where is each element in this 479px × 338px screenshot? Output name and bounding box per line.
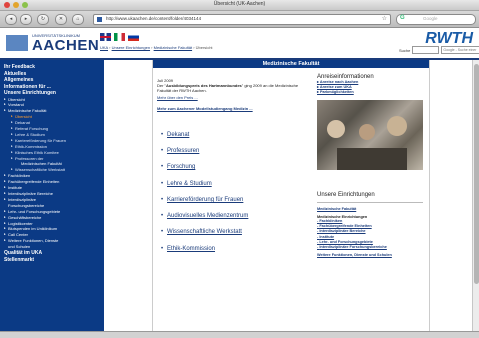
stop-button[interactable]: ✕	[55, 14, 67, 25]
title-bar: Übersicht (UK-Aachen)	[0, 0, 479, 11]
logo-aachen-text: AACHEN	[32, 37, 100, 54]
browser-window: Übersicht (UK-Aachen) ◂ ▸ ↻ ✕ ⌂ http://w…	[0, 0, 479, 338]
vertical-scrollbar[interactable]	[472, 60, 479, 331]
uka-logo[interactable]: UNIVERSITÄTSKLINIKUM AACHEN	[6, 31, 100, 54]
model-study-link[interactable]: Mehr zum Aachener Modellstudiengang Medi…	[157, 106, 312, 111]
faculty-link[interactable]: Wissenschaftliche Werkstatt	[161, 224, 312, 241]
faculty-link-right[interactable]: Medizinische Fakultät	[317, 207, 422, 211]
institutions-list: - Fachkliniken - Fachübergreifende Einhe…	[317, 219, 422, 251]
institution-link[interactable]: - Interdisziplinäre Forschungsbereiche	[317, 245, 422, 250]
site-search-input[interactable]	[412, 46, 440, 54]
reload-button[interactable]: ↻	[37, 14, 49, 25]
breadcrumb-item[interactable]: UKA	[100, 45, 108, 50]
faculty-link[interactable]: Professuren	[161, 143, 312, 160]
forward-button[interactable]: ▸	[20, 14, 32, 25]
site-search: Suche Google - Suche einer	[399, 46, 479, 54]
more-functions-link[interactable]: Weitere Funktionen, Dienste und Schulen	[317, 253, 422, 258]
faculty-links: Dekanat Professuren Forschung Lehre & St…	[157, 127, 312, 258]
italian-flag-icon[interactable]	[114, 33, 125, 41]
travel-link[interactable]: ▸ Parkmöglichkeiten	[317, 90, 422, 95]
faculty-link[interactable]: Lehre & Studium	[161, 176, 312, 193]
sidebar-heading[interactable]: Stellenmarkt	[4, 257, 104, 264]
institutions-heading: Unsere Einrichtungen	[317, 191, 375, 198]
more-about-prize-link[interactable]: Mehr über den Preis ...	[157, 95, 312, 100]
sidebar-nav: Ihr Feedback Aktuelles Allgemeines Infor…	[0, 60, 104, 337]
main-area: Medizinische Fakultät Juli 2009 Der "Aus…	[104, 60, 479, 337]
sidebar-item[interactable]: Weitere Funktionen, Dienste	[4, 238, 104, 244]
breadcrumb-item[interactable]: Medizinische Fakultät	[154, 45, 192, 50]
browser-search-placeholder: Google	[423, 16, 438, 21]
site-search-select[interactable]: Google - Suche einer	[441, 46, 479, 54]
divider	[317, 201, 423, 203]
address-bar[interactable]: http://www.ukaachen.de/content/folder/40…	[93, 14, 391, 25]
breadcrumb: UKA › Unsere Einrichtungen › Medizinisch…	[100, 45, 213, 50]
back-button[interactable]: ◂	[5, 14, 17, 25]
sidebar-item[interactable]: Interdisziplinäre	[4, 197, 104, 203]
language-flags	[100, 33, 139, 41]
browser-toolbar: ◂ ▸ ↻ ✕ ⌂ http://www.ukaachen.de/content…	[0, 11, 479, 28]
breadcrumb-item[interactable]: Unsere Einrichtungen	[112, 45, 150, 50]
content-left-column: Juli 2009 Der "Ausbildungspreis des Hart…	[157, 78, 312, 257]
sidebar-subitem[interactable]: Professoren der	[4, 156, 104, 162]
favicon-icon	[97, 17, 102, 22]
content-right-column: Anreiseinformationen ▸ Anreise nach Aach…	[317, 74, 423, 258]
students-photo	[317, 99, 423, 170]
faculty-link[interactable]: Dekanat	[161, 127, 312, 144]
uka-emblem-icon	[6, 35, 28, 51]
home-button[interactable]: ⌂	[72, 14, 84, 25]
faculty-link[interactable]: Ethik-Kommission	[161, 241, 312, 258]
url-text: http://www.ukaachen.de/content/folder/40…	[106, 16, 202, 21]
faculty-link[interactable]: Forschung	[161, 159, 312, 176]
content-panel: Medizinische Fakultät Juli 2009 Der "Aus…	[152, 60, 430, 337]
scrollbar-thumb[interactable]	[474, 64, 479, 284]
news-text: Der "Ausbildungspreis des Hartmannbundes…	[157, 83, 299, 94]
site-search-label: Suche	[399, 47, 411, 53]
page-title: Medizinische Fakultät	[153, 60, 429, 68]
faculty-link[interactable]: Karriereförderung für Frauen	[161, 192, 312, 209]
english-flag-icon[interactable]	[100, 33, 111, 41]
faculty-link[interactable]: Audiovisuelles Medienzentrum	[161, 208, 312, 225]
russian-flag-icon[interactable]	[128, 33, 139, 41]
browser-search-field[interactable]: G Google	[396, 14, 476, 25]
window-title: Übersicht (UK-Aachen)	[213, 1, 266, 7]
page-header: UNIVERSITÄTSKLINIKUM AACHEN UKA › Unsere…	[0, 28, 479, 58]
bookmark-star-icon[interactable]: ☆	[382, 15, 387, 22]
breadcrumb-current: Übersicht	[195, 45, 213, 50]
google-icon: G	[400, 15, 405, 21]
